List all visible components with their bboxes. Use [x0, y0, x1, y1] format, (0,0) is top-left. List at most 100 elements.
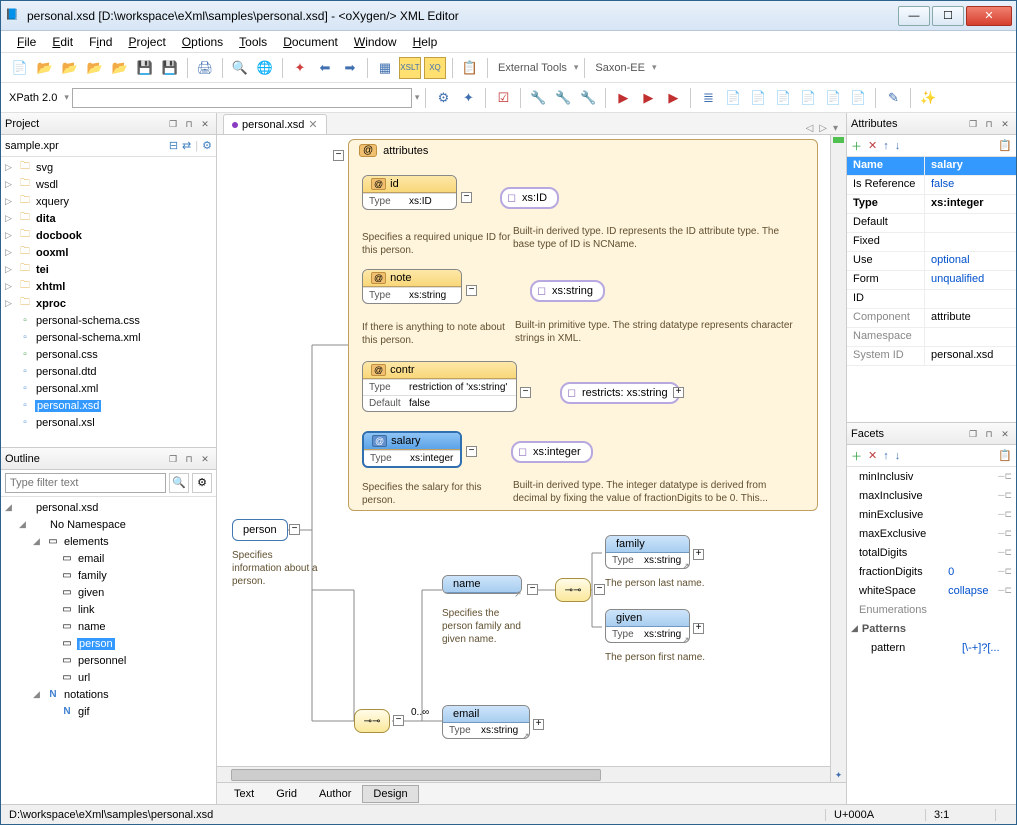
wrench-icon[interactable]: 🔧	[527, 87, 549, 109]
run-icon[interactable]: ▶	[612, 87, 634, 109]
xq-icon[interactable]: XQ	[424, 57, 446, 79]
doc2-icon[interactable]: 📄	[722, 87, 744, 109]
menu-find[interactable]: Find	[83, 33, 118, 51]
expand-icon[interactable]: −	[466, 446, 477, 457]
tab-text[interactable]: Text	[223, 785, 265, 803]
element-family[interactable]: family Typexs:string	[605, 535, 690, 569]
delete-icon[interactable]: ✕	[868, 449, 877, 462]
attr-id-node[interactable]: @id Typexs:ID	[362, 175, 457, 210]
menu-document[interactable]: Document	[277, 33, 344, 51]
collapse-icon[interactable]: ⊟	[169, 139, 178, 152]
pin-icon[interactable]: ⊓	[982, 117, 996, 131]
minimize-button[interactable]: —	[898, 6, 930, 26]
doc-icon[interactable]: 📋	[459, 57, 481, 79]
tab-close-icon[interactable]: ✕	[308, 118, 317, 131]
vertical-scrollbar[interactable]: ✦	[830, 135, 846, 782]
facet-pattern[interactable]: pattern[\-+]?[...	[847, 638, 1016, 657]
project-item[interactable]: ▷🗀svg	[1, 159, 216, 176]
outline-element-url[interactable]: ▭url	[1, 669, 216, 686]
tab-prev-icon[interactable]: ◁	[804, 123, 816, 134]
facet-row[interactable]: minInclusiv─⊏	[847, 467, 1016, 486]
close-icon[interactable]: ✕	[998, 427, 1012, 441]
menu-help[interactable]: Help	[407, 33, 444, 51]
new-icon[interactable]: 📄	[9, 57, 31, 79]
open3-icon[interactable]: 📂	[84, 57, 106, 79]
attr-salary-node[interactable]: @salary Typexs:integer	[362, 431, 462, 468]
facet-row[interactable]: maxInclusive─⊏	[847, 486, 1016, 505]
wrench2-icon[interactable]: 🔧	[552, 87, 574, 109]
print-icon[interactable]: 🖨	[194, 57, 216, 79]
project-item[interactable]: ▷🗀docbook	[1, 227, 216, 244]
gear-icon[interactable]: ⚙	[202, 139, 212, 152]
project-item[interactable]: ▫personal.xml	[1, 380, 216, 397]
attr-row[interactable]: ID	[847, 290, 1016, 309]
outline-namespace[interactable]: ◢No Namespace	[1, 516, 216, 533]
project-item[interactable]: ▷🗀wsdl	[1, 176, 216, 193]
tab-personal-xsd[interactable]: personal.xsd ✕	[223, 114, 327, 134]
attr-contr-node[interactable]: @contr Typerestriction of 'xs:string' De…	[362, 361, 517, 412]
expand-icon[interactable]: +	[693, 623, 704, 634]
doc5-icon[interactable]: 📄	[797, 87, 819, 109]
up-icon[interactable]: ↑	[883, 450, 889, 462]
attr-note-node[interactable]: @note Typexs:string	[362, 269, 462, 304]
sequence-icon[interactable]: ⊸⊸	[354, 709, 390, 733]
doc4-icon[interactable]: 📄	[772, 87, 794, 109]
wrench3-icon[interactable]: 🔧	[577, 87, 599, 109]
run2-icon[interactable]: ▶	[637, 87, 659, 109]
save-icon[interactable]: 💾	[134, 57, 156, 79]
outline-element-person[interactable]: ▭person	[1, 635, 216, 652]
outline-element-family[interactable]: ▭family	[1, 567, 216, 584]
saveall-icon[interactable]: 💾	[159, 57, 181, 79]
facet-row[interactable]: minExclusive─⊏	[847, 505, 1016, 524]
tab-grid[interactable]: Grid	[265, 785, 308, 803]
down-icon[interactable]: ↓	[895, 140, 901, 152]
gear-icon[interactable]: ⚙	[432, 87, 454, 109]
project-item[interactable]: ▫personal-schema.xml	[1, 329, 216, 346]
doc3-icon[interactable]: 📄	[747, 87, 769, 109]
restore-icon[interactable]: ❐	[166, 452, 180, 466]
open2-icon[interactable]: 📂	[59, 57, 81, 79]
outline-filter-input[interactable]	[5, 473, 166, 493]
attr-row[interactable]: Formunqualified	[847, 271, 1016, 290]
collapse-icon[interactable]: −	[333, 150, 344, 161]
indent-icon[interactable]: ≣	[697, 87, 719, 109]
restore-icon[interactable]: ❐	[966, 117, 980, 131]
attr-row[interactable]: System IDpersonal.xsd	[847, 347, 1016, 366]
tab-list-icon[interactable]: ▾	[831, 123, 840, 134]
project-item[interactable]: ▫personal.css	[1, 346, 216, 363]
facet-row[interactable]: maxExclusive─⊏	[847, 524, 1016, 543]
type-xs-integer[interactable]: xs:integer	[511, 441, 593, 463]
tab-design[interactable]: Design	[362, 785, 418, 803]
outline-element-link[interactable]: ▭link	[1, 601, 216, 618]
attr-row[interactable]: Default	[847, 214, 1016, 233]
project-item[interactable]: ▫personal.xsd	[1, 397, 216, 414]
xpath-label[interactable]: XPath 2.0	[9, 92, 57, 104]
back-icon[interactable]: ✦	[289, 57, 311, 79]
facet-patterns-group[interactable]: ◢Patterns	[847, 619, 1016, 638]
attr-row[interactable]: Namespace	[847, 328, 1016, 347]
search-icon[interactable]: 🔍	[169, 473, 189, 493]
external-tools-label[interactable]: External Tools	[494, 62, 571, 74]
tab-author[interactable]: Author	[308, 785, 362, 803]
facet-row[interactable]: fractionDigits0─⊏	[847, 562, 1016, 581]
horizontal-scrollbar[interactable]	[217, 766, 830, 782]
expand-icon[interactable]: −	[466, 285, 477, 296]
run3-icon[interactable]: ▶	[662, 87, 684, 109]
outline-element-given[interactable]: ▭given	[1, 584, 216, 601]
schema-design-editor[interactable]: − @ attributes @id Typexs:ID − xs:ID Spe…	[217, 135, 846, 782]
attr-row[interactable]: Componentattribute	[847, 309, 1016, 328]
menu-options[interactable]: Options	[176, 33, 229, 51]
add-icon[interactable]: ＋	[851, 138, 862, 154]
type-xs-id[interactable]: xs:ID	[500, 187, 559, 209]
project-item[interactable]: ▫personal-schema.css	[1, 312, 216, 329]
menu-project[interactable]: Project	[122, 33, 171, 51]
doc6-icon[interactable]: 📄	[822, 87, 844, 109]
close-icon[interactable]: ✕	[198, 117, 212, 131]
browse-icon[interactable]: 🌐	[254, 57, 276, 79]
link-icon[interactable]: ⇄	[182, 139, 191, 152]
menu-edit[interactable]: Edit	[46, 33, 79, 51]
outline-elements-group[interactable]: ◢▭elements	[1, 533, 216, 550]
project-item[interactable]: ▫personal.xsl	[1, 414, 216, 431]
attr-row[interactable]: Typexs:integer	[847, 195, 1016, 214]
facet-row[interactable]: totalDigits─⊏	[847, 543, 1016, 562]
